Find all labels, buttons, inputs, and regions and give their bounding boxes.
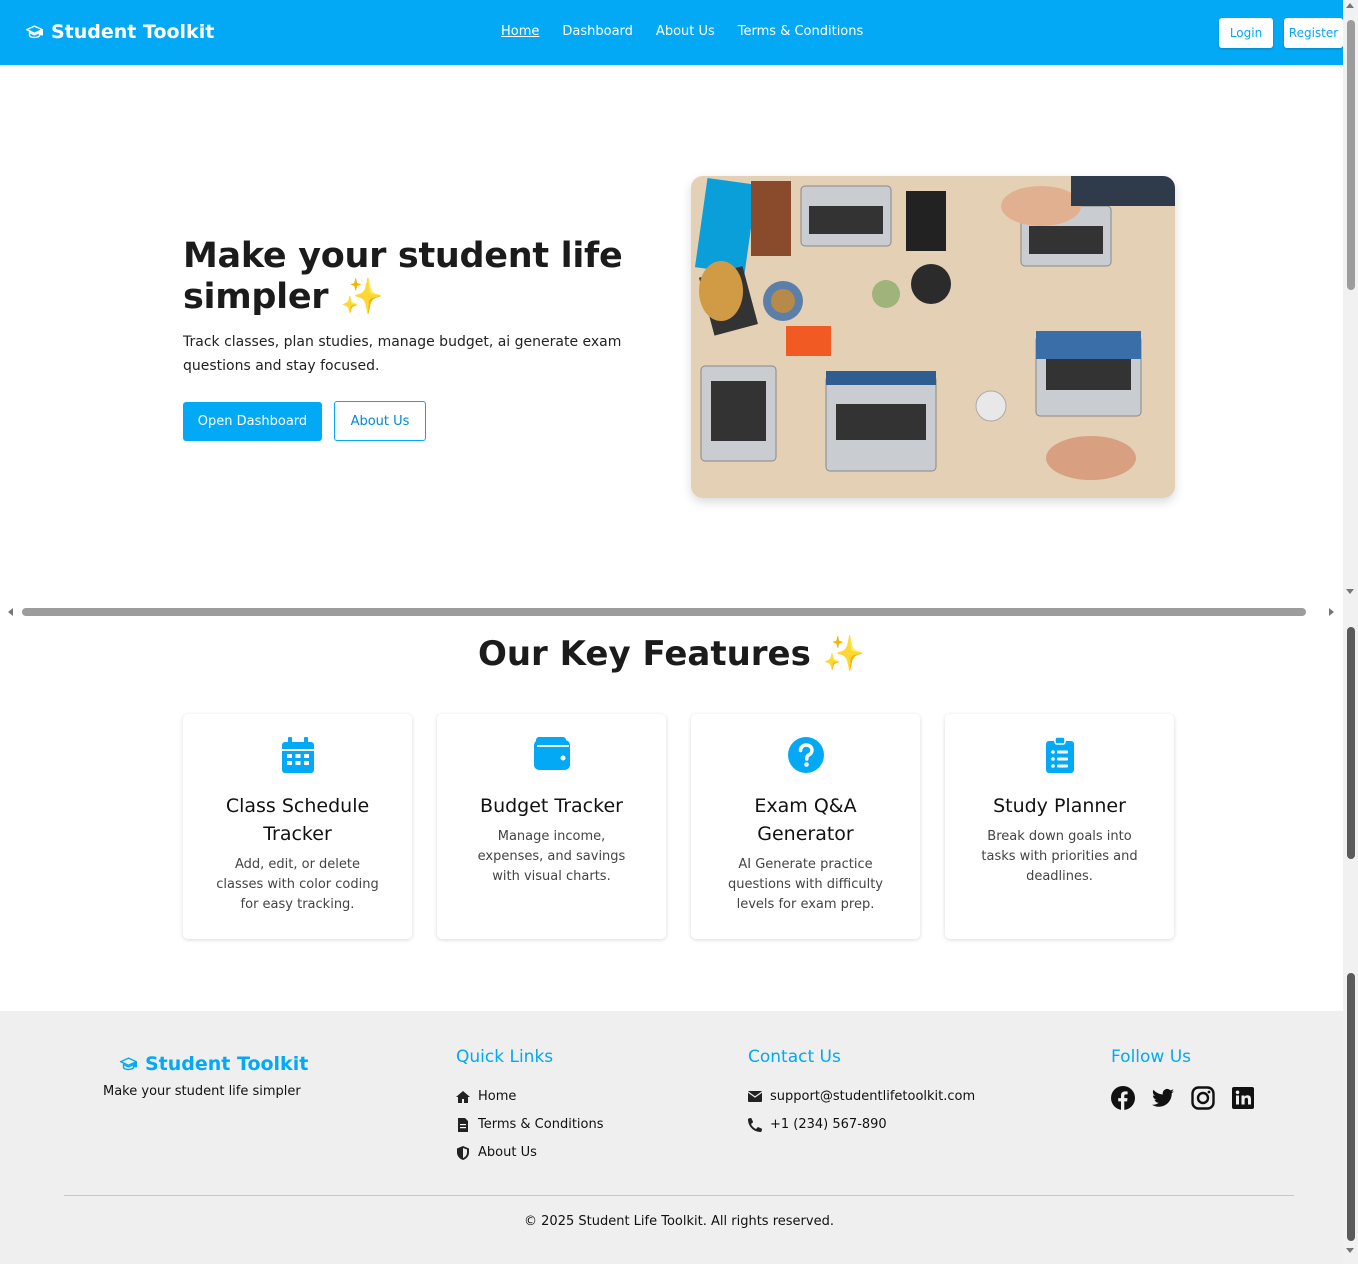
quick-links-heading: Quick Links [456, 1047, 554, 1067]
hero-title: Make your student life simpler ✨ [183, 236, 623, 317]
hero-subtitle: Track classes, plan studies, manage budg… [183, 334, 622, 374]
footer-link-label: Home [478, 1089, 517, 1104]
feature-title: Class Schedule Tracker [225, 795, 370, 845]
facebook-icon[interactable] [1111, 1086, 1135, 1110]
nav-home[interactable]: Home [501, 24, 539, 39]
footer-email-text: support@studentlifetoolkit.com [770, 1089, 976, 1104]
login-button[interactable]: Login [1219, 18, 1273, 48]
footer-link-home[interactable]: Home [456, 1089, 516, 1104]
footer-link-label: Terms & Conditions [478, 1117, 604, 1132]
horizontal-scrollbar-thumb[interactable] [22, 608, 1306, 616]
hero-image [691, 176, 1175, 498]
envelope-icon [748, 1091, 762, 1102]
footer-tagline: Make your student life simpler [103, 1084, 301, 1099]
linkedin-icon[interactable] [1231, 1086, 1255, 1110]
nav-dashboard[interactable]: Dashboard [562, 24, 633, 39]
file-icon [458, 1117, 468, 1132]
twitter-icon[interactable] [1151, 1086, 1175, 1110]
feature-card-exam-qa[interactable]: Exam Q&A Generator AI Generate practice … [691, 714, 920, 939]
scroll-right-arrow-icon[interactable] [1329, 608, 1334, 616]
calendar-icon [183, 737, 412, 775]
footer-phone[interactable]: +1 (234) 567-890 [748, 1117, 887, 1132]
feature-title: Exam Q&A Generator [754, 795, 857, 845]
nav-about-us[interactable]: About Us [656, 24, 715, 39]
scrollbar-thumb[interactable] [1347, 973, 1355, 1241]
clipboard-list-icon [945, 737, 1174, 775]
feature-title: Budget Tracker [480, 795, 623, 817]
contact-heading: Contact Us [748, 1047, 841, 1067]
scrollbar-thumb[interactable] [1347, 20, 1355, 290]
register-button[interactable]: Register [1284, 18, 1343, 48]
phone-icon [748, 1117, 762, 1132]
feature-card-study-planner[interactable]: Study Planner Break down goals into task… [945, 714, 1174, 939]
feature-description: AI Generate practice questions with diff… [727, 857, 883, 912]
footer-email[interactable]: support@studentlifetoolkit.com [748, 1089, 975, 1104]
footer-link-terms[interactable]: Terms & Conditions [456, 1117, 604, 1132]
wallet-icon [437, 737, 666, 775]
feature-description: Manage income, expenses, and savings wit… [477, 829, 626, 884]
feature-description: Add, edit, or delete classes with color … [216, 857, 379, 912]
open-dashboard-button[interactable]: Open Dashboard [183, 402, 322, 441]
shield-icon [457, 1145, 469, 1160]
scroll-down-arrow-icon[interactable] [1346, 1248, 1354, 1253]
question-circle-icon [691, 737, 920, 775]
brand-logo[interactable]: Student Toolkit [26, 21, 214, 43]
about-us-button[interactable]: About Us [334, 401, 426, 441]
brand-name: Student Toolkit [51, 21, 215, 43]
copyright-text: © 2025 Student Life Toolkit. All rights … [524, 1214, 834, 1229]
scroll-left-arrow-icon[interactable] [8, 608, 13, 616]
feature-card-class-schedule[interactable]: Class Schedule Tracker Add, edit, or del… [183, 714, 412, 939]
nav-terms[interactable]: Terms & Conditions [738, 24, 864, 39]
footer-phone-text: +1 (234) 567-890 [770, 1117, 887, 1132]
instagram-icon[interactable] [1191, 1086, 1215, 1110]
footer-link-label: About Us [478, 1145, 537, 1160]
scroll-down-arrow-icon[interactable] [1346, 589, 1354, 594]
top-navbar: Student Toolkit Home Dashboard About Us … [0, 0, 1343, 65]
feature-description: Break down goals into tasks with priorit… [981, 829, 1138, 884]
scroll-up-arrow-icon[interactable] [1346, 3, 1354, 8]
footer-link-about[interactable]: About Us [456, 1145, 537, 1160]
nav-menu: Home Dashboard About Us Terms & Conditio… [501, 24, 863, 39]
footer-divider [64, 1195, 1294, 1196]
graduation-cap-icon [26, 24, 43, 38]
feature-title: Study Planner [993, 795, 1126, 817]
footer-brand-name: Student Toolkit [145, 1053, 309, 1075]
feature-card-budget[interactable]: Budget Tracker Manage income, expenses, … [437, 714, 666, 939]
scrollbar-thumb[interactable] [1347, 627, 1355, 859]
graduation-cap-icon [120, 1056, 137, 1070]
follow-us-heading: Follow Us [1111, 1047, 1192, 1067]
footer-brand[interactable]: Student Toolkit [120, 1053, 308, 1075]
features-title: Our Key Features ✨ [477, 634, 866, 674]
home-icon [456, 1090, 470, 1103]
